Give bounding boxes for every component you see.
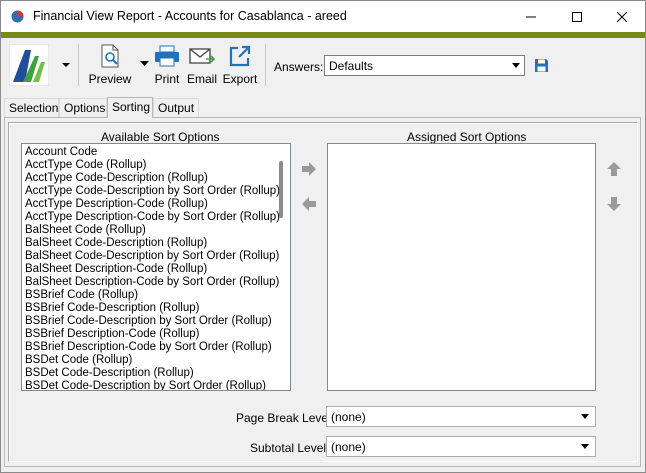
print-label: Print: [154, 72, 180, 86]
toolbar-separator: [78, 44, 79, 86]
title-bar: Financial View Report - Accounts for Cas…: [1, 1, 645, 32]
tab-options[interactable]: Options: [59, 98, 107, 117]
add-sort-button[interactable]: [299, 159, 319, 179]
close-button[interactable]: [599, 1, 645, 32]
minimize-icon: [526, 16, 536, 17]
subtotal-level-value: (none): [331, 440, 366, 454]
tab-label: Selection: [9, 101, 59, 115]
answers-label: Answers:: [274, 60, 324, 74]
sort-option-item[interactable]: BalSheet Code-Description by Sort Order …: [22, 250, 290, 263]
subtotal-level-label: Subtotal Level:: [250, 441, 330, 455]
chevron-down-icon: [581, 414, 589, 419]
remove-sort-button[interactable]: [299, 194, 319, 214]
export-icon: [229, 45, 251, 67]
sort-option-item[interactable]: Account Code: [22, 146, 290, 159]
report-window: Financial View Report - Accounts for Cas…: [0, 0, 646, 473]
assigned-sort-options-list[interactable]: [327, 143, 596, 391]
arrow-left-icon: [302, 197, 316, 211]
sort-option-item[interactable]: BSDet Code-Description (Rollup): [22, 367, 290, 380]
close-icon: [617, 11, 627, 22]
logo-dropdown-arrow-icon[interactable]: [61, 61, 71, 69]
toolbar-separator: [265, 44, 266, 86]
tab-output[interactable]: Output: [153, 98, 199, 117]
sort-option-item[interactable]: BSDet Code-Description by Sort Order (Ro…: [22, 380, 290, 390]
sort-option-item[interactable]: BalSheet Code-Description (Rollup): [22, 237, 290, 250]
print-button[interactable]: Print: [153, 44, 181, 88]
page-break-level-select[interactable]: (none): [326, 406, 596, 427]
sort-option-item[interactable]: BSBrief Description-Code by Sort Order (…: [22, 341, 290, 354]
maximize-icon: [572, 11, 582, 22]
preview-dropdown-arrow-icon[interactable]: [140, 61, 149, 67]
printer-icon: [155, 45, 179, 67]
sort-option-item[interactable]: AcctType Code-Description (Rollup): [22, 172, 290, 185]
app-pie-icon: [11, 10, 24, 23]
tab-label: Output: [158, 101, 195, 115]
tab-sorting[interactable]: Sorting: [107, 97, 153, 118]
email-icon: [189, 48, 215, 64]
window-title: Financial View Report - Accounts for Cas…: [33, 9, 347, 23]
chevron-down-icon: [512, 63, 520, 68]
available-list-scrollbar[interactable]: [279, 161, 283, 218]
export-label: Export: [222, 72, 258, 86]
sort-option-item[interactable]: BSBrief Description-Code (Rollup): [22, 328, 290, 341]
sort-option-item[interactable]: BSBrief Code-Description (Rollup): [22, 302, 290, 315]
tab-label: Sorting: [112, 100, 151, 114]
move-up-button[interactable]: [604, 159, 624, 179]
sort-option-item[interactable]: AcctType Description-Code (Rollup): [22, 198, 290, 211]
email-button[interactable]: Email: [187, 44, 217, 88]
tab-strip: Selection Options Sorting Output: [1, 97, 645, 118]
available-items: Account Code AcctType Code (Rollup) AcctTy…: [22, 146, 290, 390]
subtotal-level-select[interactable]: (none): [326, 436, 596, 457]
sort-option-item[interactable]: BalSheet Description-Code by Sort Order …: [22, 276, 290, 289]
maximize-button[interactable]: [554, 1, 600, 32]
move-down-button[interactable]: [604, 194, 624, 214]
page-break-level-value: (none): [331, 410, 366, 424]
sort-option-item[interactable]: AcctType Description-Code by Sort Order …: [22, 211, 290, 224]
preview-icon: [101, 44, 119, 68]
export-button[interactable]: Export: [222, 44, 258, 88]
sort-option-item[interactable]: BalSheet Description-Code (Rollup): [22, 263, 290, 276]
preview-label: Preview: [88, 72, 132, 86]
sort-option-item[interactable]: AcctType Code-Description by Sort Order …: [22, 185, 290, 198]
sort-option-item[interactable]: BSBrief Code-Description by Sort Order (…: [22, 315, 290, 328]
answers-value: Defaults: [329, 59, 374, 73]
available-sort-options-label: Available Sort Options: [101, 130, 220, 144]
arrow-right-icon: [302, 162, 316, 176]
sort-option-item[interactable]: BSBrief Code (Rollup): [22, 289, 290, 302]
toolbar: Preview Print Email Export Answers: Defa…: [1, 38, 645, 93]
save-answers-icon[interactable]: [534, 58, 549, 73]
app-logo-icon: [9, 44, 49, 86]
email-label: Email: [187, 72, 218, 86]
assigned-sort-options-label: Assigned Sort Options: [407, 130, 527, 144]
available-sort-options-list[interactable]: Account Code AcctType Code (Rollup) AcctTy…: [21, 143, 291, 391]
sort-option-item[interactable]: BSDet Code (Rollup): [22, 354, 290, 367]
sort-option-item[interactable]: AcctType Code (Rollup): [22, 159, 290, 172]
chevron-down-icon: [581, 444, 589, 449]
answers-select[interactable]: Defaults: [324, 55, 525, 76]
minimize-button[interactable]: [508, 1, 554, 32]
tab-selection[interactable]: Selection: [4, 98, 59, 117]
tab-label: Options: [64, 101, 106, 115]
arrow-down-icon: [607, 197, 621, 211]
arrow-up-icon: [607, 162, 621, 176]
sort-option-item[interactable]: BalSheet Code (Rollup): [22, 224, 290, 237]
page-break-level-label: Page Break Level:: [236, 411, 335, 425]
preview-button[interactable]: Preview: [88, 44, 132, 88]
